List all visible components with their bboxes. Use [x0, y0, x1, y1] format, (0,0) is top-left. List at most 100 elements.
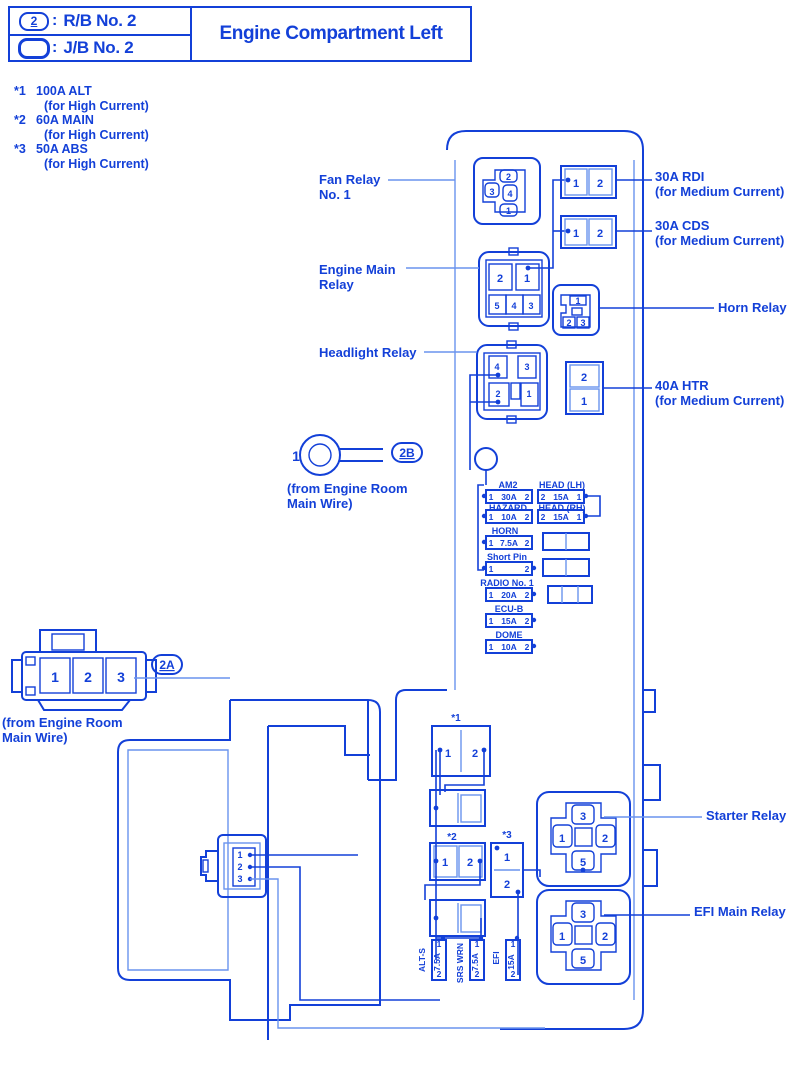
- connector-2a-pin-2: 2: [84, 669, 92, 685]
- fuse-box-diagram: 2 4 3 1 2 1 5 4 3 1 2 1 2 1 2 3 4 3 2 1 …: [11, 130, 714, 1040]
- fuse-radio-no1-rating: 20A: [501, 590, 517, 600]
- connector-2a-bottom-skirt: [37, 699, 131, 711]
- fuse-srs-wrn-pin-top: 1: [475, 939, 480, 949]
- fuse-50a-abs-pin-2: 2: [504, 879, 510, 891]
- horn-relay-pin-2: 2: [566, 318, 571, 328]
- fuse-name-dome: DOME: [496, 630, 523, 640]
- jb-connector-latch-inner: [202, 859, 209, 873]
- fuse-head-rh-dot: [583, 513, 589, 519]
- fuse-name-head-lh: HEAD (LH): [539, 480, 585, 490]
- headlight-relay-pin-2: 2: [495, 389, 500, 399]
- connector-2b-eyelet-outer: [299, 434, 341, 476]
- fuse-horn-pin-left: 1: [489, 538, 494, 548]
- fuse-name-am2: AM2: [498, 480, 517, 490]
- fuse-60a-main-pin-1: 1: [442, 857, 448, 869]
- wire-head-lh-right: [586, 495, 601, 517]
- relay-box-right-notches: [643, 689, 661, 887]
- fuse-radio-no1-pin-right: 2: [525, 590, 530, 600]
- fuse-30a-cds-pin-2: 2: [597, 228, 603, 240]
- headlight-relay-pin-3: 3: [524, 362, 529, 372]
- efi-main-relay-pin-5: 5: [580, 955, 586, 967]
- fuse-head-rh-pin-left: 2: [541, 512, 546, 522]
- fuse-head-lh-pin-left: 2: [541, 492, 546, 502]
- fuse-alt-s-pin-top: 1: [437, 939, 442, 949]
- starter-relay-pin-3: 3: [580, 811, 586, 823]
- fuse-hazard-dot: [481, 513, 487, 519]
- starter-relay-pin-1: 1: [559, 833, 565, 845]
- fuse-name-horn: HORN: [492, 526, 519, 536]
- fuse-head-rh-pin-right: 1: [577, 512, 582, 522]
- fuse-head-lh-rating: 15A: [553, 492, 569, 502]
- fuse-40a-htr-pin-2: 2: [581, 372, 587, 384]
- headlight-relay-pin-4: 4: [494, 362, 499, 372]
- efi-main-relay-pin-2: 2: [602, 931, 608, 943]
- fuse-horn-rating: 7.5A: [500, 538, 518, 548]
- jb-box-outer-main: [230, 689, 447, 781]
- jb-connector-pin-3: 3: [237, 874, 242, 884]
- fuse-alt-s-name: ALT-S: [417, 948, 427, 972]
- fuse-short-pin-dot-right: [531, 565, 537, 571]
- jb-box-left-lobe-inner: [127, 749, 229, 971]
- fuse-hazard-pin-left: 1: [489, 512, 494, 522]
- fuse-name-radio-no1: RADIO No. 1: [480, 578, 534, 588]
- fuse-40a-htr-pin-1: 1: [581, 396, 587, 408]
- connector-2a-top-tab-inner: [51, 633, 85, 651]
- fuse-hazard-pin-right: 2: [525, 512, 530, 522]
- connector-2a-top-tab: [39, 629, 97, 652]
- fuse-horn-pin-right: 2: [525, 538, 530, 548]
- fuse-100a-alt-pin-1: 1: [445, 748, 451, 760]
- engine-main-relay-pin-5: 5: [494, 301, 499, 311]
- fuse-efi-rating: 15A: [506, 954, 516, 970]
- fuse-name-short-pin: Short Pin: [487, 552, 527, 562]
- headlight-relay-pin-center-slot: [510, 382, 521, 400]
- fuse-horn-dot: [481, 539, 487, 545]
- fuse-name-ecu-b: ECU-B: [495, 604, 524, 614]
- fuse-radio-no1-pin-left: 1: [489, 590, 494, 600]
- fan-relay-pin-4: 4: [507, 189, 512, 199]
- fuse-alt-mark: *1: [451, 713, 461, 724]
- jb-connector-pin-1: 1: [237, 850, 242, 860]
- fuse-main-mark: *2: [447, 832, 457, 843]
- fuse-hazard-rating: 10A: [501, 512, 517, 522]
- fuse-abs-mark: *3: [502, 830, 512, 841]
- fuse-50a-abs-pin-1: 1: [504, 852, 510, 864]
- fuse-slot-blank-4-inner: [460, 794, 482, 823]
- horn-relay-pin-1: 1: [575, 296, 580, 306]
- jb-connector-pin-2: 2: [237, 862, 242, 872]
- fuse-am2-dot: [481, 493, 487, 499]
- fuse-100a-alt-pin-2: 2: [472, 748, 478, 760]
- connector-2b-pin-1: 1: [292, 448, 300, 464]
- fuse-ecu-b-pin-right: 2: [525, 616, 530, 626]
- connector-2a-pin-1: 1: [51, 669, 59, 685]
- fuse-slot-blank-5-inner: [460, 904, 482, 933]
- jb-box-mid-body: [367, 700, 381, 940]
- fuse-am2-pin-left: 1: [489, 492, 494, 502]
- fuse-slot-blank-3: [547, 585, 593, 604]
- starter-relay-pin5-dot: [580, 867, 586, 873]
- connector-2a-tag: 2A: [159, 658, 175, 672]
- fuse-block-grommet: [474, 447, 498, 471]
- fuse-efi-dot: [514, 935, 520, 941]
- fuse-dome-pin-left: 1: [489, 642, 494, 652]
- connector-2a-right-ear: [146, 659, 157, 693]
- fuse-head-rh-rating: 15A: [553, 512, 569, 522]
- engine-main-relay-pin-2: 2: [497, 273, 503, 285]
- horn-relay-pin-center-slot: [571, 307, 583, 316]
- fuse-efi-name: EFI: [491, 951, 501, 964]
- fuse-short-pin-pin-left: 1: [489, 564, 494, 574]
- fuse-radio-no1-dot: [531, 591, 537, 597]
- fuse-srs-wrn-pin-bottom: 2: [475, 969, 480, 979]
- fuse-60a-main-pin-2: 2: [467, 857, 473, 869]
- fuse-am2-rating: 30A: [501, 492, 517, 502]
- fuse-alt-s-pin-bottom: 2: [437, 969, 442, 979]
- fuse-am2-pin-right: 2: [525, 492, 530, 502]
- starter-relay-pin-5: 5: [580, 857, 586, 869]
- connector-2b-tag: 2B: [399, 446, 415, 460]
- efi-main-relay-center-slot: [574, 925, 593, 945]
- engine-main-relay-pin-4: 4: [511, 301, 516, 311]
- fuse-head-lh-pin-right: 1: [577, 492, 582, 502]
- efi-main-relay-pin-3: 3: [580, 909, 586, 921]
- connector-2b-tail: [339, 448, 383, 462]
- fuse-30a-rdi-pin-1: 1: [573, 178, 579, 190]
- engine-main-relay-pin-1: 1: [524, 273, 530, 285]
